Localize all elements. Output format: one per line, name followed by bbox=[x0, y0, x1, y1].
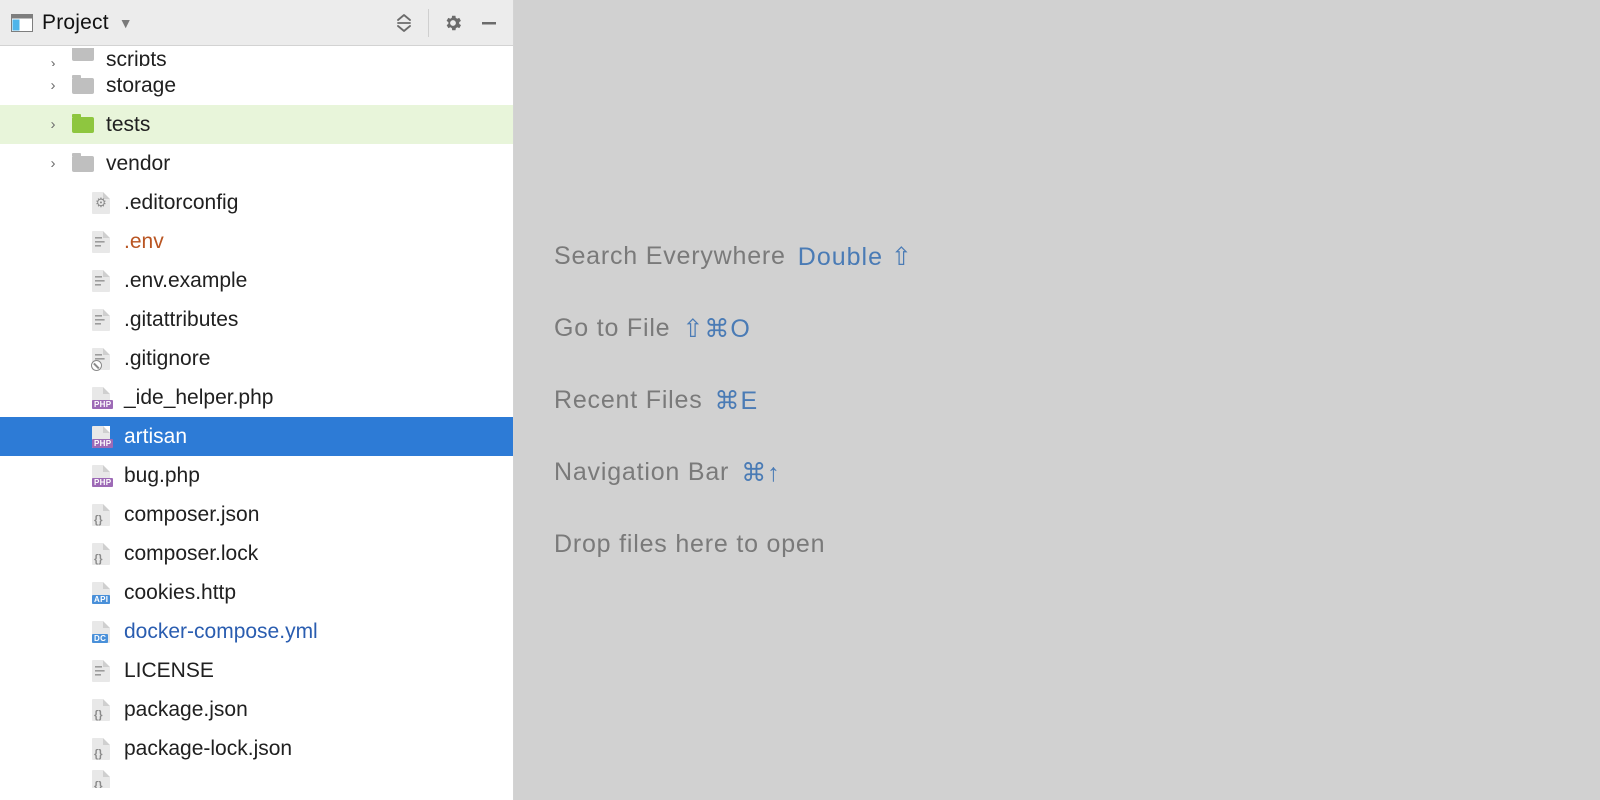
tree-item-label: artisan bbox=[124, 425, 187, 449]
tree-item-label: cookies.http bbox=[124, 581, 236, 605]
tree-item-label: .gitignore bbox=[124, 347, 210, 371]
expand-arrow-icon[interactable]: › bbox=[42, 116, 64, 133]
tree-item-label: .editorconfig bbox=[124, 191, 238, 215]
tree-item-label: composer.lock bbox=[124, 542, 258, 566]
tree-item-label: storage bbox=[106, 74, 176, 98]
tree-item-label: .env.example bbox=[124, 269, 247, 293]
tree-file[interactable]: ›PHPbug.php bbox=[0, 456, 513, 495]
config-file-icon: ⚙ bbox=[88, 190, 114, 216]
php-file-icon: PHP bbox=[88, 463, 114, 489]
editor-hints: Search Everywhere Double ⇧ Go to File ⇧⌘O Re… bbox=[554, 242, 913, 559]
tree-file[interactable]: ›.gitattributes bbox=[0, 300, 513, 339]
chevron-down-icon[interactable]: ▼ bbox=[119, 15, 133, 31]
php-file-icon: PHP bbox=[88, 424, 114, 450]
folder-icon bbox=[70, 112, 96, 138]
tree-folder[interactable]: › vendor bbox=[0, 144, 513, 183]
tree-folder[interactable]: › tests bbox=[0, 105, 513, 144]
project-tool-window: Project ▼ ›scripts›storage›tests›vendor›… bbox=[0, 0, 514, 800]
hint-shortcut: ⌘↑ bbox=[741, 458, 781, 488]
hint-label: Search Everywhere bbox=[554, 242, 786, 271]
tree-file[interactable]: ›{} bbox=[0, 768, 513, 788]
tree-file[interactable]: ›{}package-lock.json bbox=[0, 729, 513, 768]
docker-compose-file-icon: DC bbox=[88, 619, 114, 645]
tree-file[interactable]: ›DCdocker-compose.yml bbox=[0, 612, 513, 651]
tree-file[interactable]: ›{}composer.json bbox=[0, 495, 513, 534]
http-file-icon: API bbox=[88, 580, 114, 606]
hint-label: Go to File bbox=[554, 314, 670, 343]
tool-window-icon bbox=[10, 13, 34, 33]
tree-file[interactable]: ›PHPartisan bbox=[0, 417, 513, 456]
tree-file[interactable]: ›.env.example bbox=[0, 261, 513, 300]
gitignore-file-icon bbox=[88, 346, 114, 372]
project-tree[interactable]: ›scripts›storage›tests›vendor›⚙.editorco… bbox=[0, 46, 513, 800]
expand-arrow-icon[interactable]: › bbox=[42, 55, 64, 66]
divider bbox=[428, 9, 429, 37]
folder-icon bbox=[70, 48, 96, 66]
editor-hint: Drop files here to open bbox=[554, 530, 913, 559]
json-file-icon: {} bbox=[88, 697, 114, 723]
hint-label: Navigation Bar bbox=[554, 458, 729, 487]
hint-label: Recent Files bbox=[554, 386, 703, 415]
tool-window-title[interactable]: Project bbox=[42, 11, 109, 35]
tree-file[interactable]: ›⚙.editorconfig bbox=[0, 183, 513, 222]
hide-icon[interactable] bbox=[473, 7, 505, 39]
php-file-icon: PHP bbox=[88, 385, 114, 411]
tree-item-label: .env bbox=[124, 230, 164, 254]
tree-file[interactable]: ›LICENSE bbox=[0, 651, 513, 690]
hint-shortcut: ⌘E bbox=[715, 386, 759, 416]
expand-arrow-icon[interactable]: › bbox=[42, 77, 64, 94]
tree-item-label: vendor bbox=[106, 152, 170, 176]
tree-file[interactable]: ›{}composer.lock bbox=[0, 534, 513, 573]
text-file-icon bbox=[88, 229, 114, 255]
text-file-icon bbox=[88, 268, 114, 294]
text-file-icon bbox=[88, 307, 114, 333]
hint-label: Drop files here to open bbox=[554, 530, 825, 559]
tree-item-label: LICENSE bbox=[124, 659, 214, 683]
tree-item-label: scripts bbox=[106, 48, 167, 66]
editor-empty-state[interactable]: Search Everywhere Double ⇧ Go to File ⇧⌘O Re… bbox=[514, 0, 1600, 800]
editor-hint: Search Everywhere Double ⇧ bbox=[554, 242, 913, 272]
tree-folder[interactable]: › storage bbox=[0, 66, 513, 105]
tree-item-label: .gitattributes bbox=[124, 308, 238, 332]
tool-window-header: Project ▼ bbox=[0, 0, 513, 46]
tree-file[interactable]: ›{}package.json bbox=[0, 690, 513, 729]
json-file-icon: {} bbox=[88, 502, 114, 528]
editor-hint: Navigation Bar ⌘↑ bbox=[554, 458, 913, 488]
tree-file[interactable]: ›.gitignore bbox=[0, 339, 513, 378]
tree-file[interactable]: ›PHP_ide_helper.php bbox=[0, 378, 513, 417]
folder-icon bbox=[70, 73, 96, 99]
tree-folder[interactable]: › scripts bbox=[0, 48, 513, 66]
hint-shortcut: ⇧⌘O bbox=[682, 314, 750, 344]
hint-shortcut: Double ⇧ bbox=[798, 242, 913, 272]
tree-item-label: package-lock.json bbox=[124, 737, 292, 761]
editor-hint: Recent Files ⌘E bbox=[554, 386, 913, 416]
tree-item-label: _ide_helper.php bbox=[124, 386, 273, 410]
json-file-icon: {} bbox=[88, 736, 114, 762]
tree-file[interactable]: ›APIcookies.http bbox=[0, 573, 513, 612]
tree-item-label: package.json bbox=[124, 698, 248, 722]
json-file-icon: {} bbox=[88, 541, 114, 567]
tree-item-label: bug.php bbox=[124, 464, 200, 488]
tree-item-label: composer.json bbox=[124, 503, 259, 527]
tree-item-label: docker-compose.yml bbox=[124, 620, 318, 644]
tree-item-label: tests bbox=[106, 113, 150, 137]
tree-file[interactable]: ›.env bbox=[0, 222, 513, 261]
folder-icon bbox=[70, 151, 96, 177]
editor-hint: Go to File ⇧⌘O bbox=[554, 314, 913, 344]
json-file-icon: {} bbox=[88, 768, 114, 788]
scroll-from-source-icon[interactable] bbox=[388, 7, 420, 39]
gear-icon[interactable] bbox=[437, 7, 469, 39]
text-file-icon bbox=[88, 658, 114, 684]
expand-arrow-icon[interactable]: › bbox=[42, 155, 64, 172]
